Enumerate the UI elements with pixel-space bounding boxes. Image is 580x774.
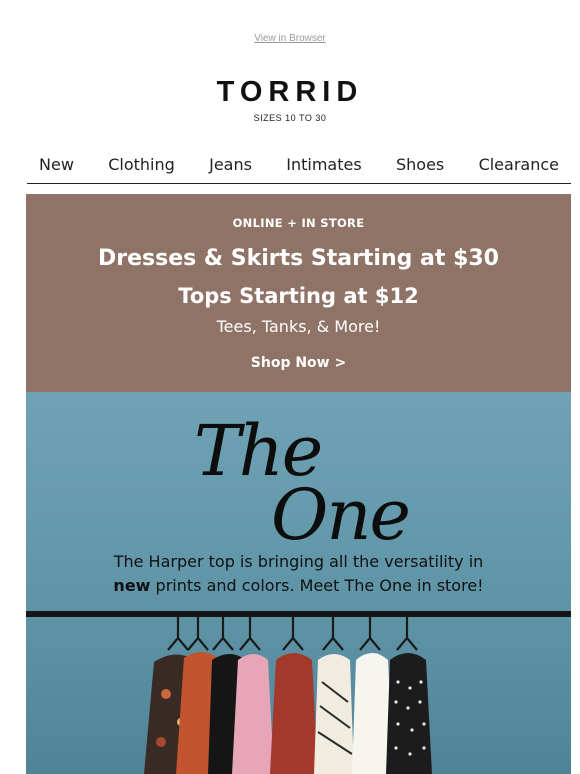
brand-tagline: SIZES 10 TO 30 — [253, 113, 327, 123]
nav-item-clothing[interactable]: Clothing — [108, 155, 175, 178]
hero-copy-line-1: The Harper top is bringing all the versa… — [113, 552, 484, 571]
clothing-rack-image — [26, 611, 571, 774]
promo-headline-tops: Tops Starting at $12 — [178, 284, 419, 308]
garment-stripe — [314, 654, 354, 774]
hero-copy-line-2: prints and colors. Meet The One in store… — [155, 576, 484, 595]
hero-title-one: One — [271, 474, 411, 556]
main-nav: New Clothing Jeans Intimates Shoes Clear… — [27, 150, 571, 184]
view-in-browser-link[interactable]: View in Browser — [0, 33, 580, 44]
hero-banner[interactable]: The One The Harper top is bringing all t… — [26, 392, 571, 774]
nav-item-new[interactable]: New — [39, 155, 74, 178]
garment-brick — [270, 653, 318, 774]
nav-item-shoes[interactable]: Shoes — [396, 155, 444, 178]
hero-copy: The Harper top is bringing all the versa… — [26, 550, 571, 598]
promo-subline: Tees, Tanks, & More! — [216, 317, 381, 336]
promo-headline-dresses: Dresses & Skirts Starting at $30 — [97, 246, 499, 271]
shop-now-link[interactable]: Shop Now > — [26, 355, 571, 371]
nav-item-intimates[interactable]: Intimates — [286, 155, 361, 178]
promo-banner[interactable]: ONLINE + IN STORE Dresses & Skirts Start… — [26, 194, 571, 392]
nav-item-jeans[interactable]: Jeans — [209, 155, 252, 178]
brand-logo[interactable]: TORRID — [0, 76, 580, 109]
garment-pink — [232, 654, 274, 774]
nav-item-clearance[interactable]: Clearance — [479, 155, 559, 178]
hangers — [167, 616, 418, 651]
hero-copy-bold: new — [113, 576, 151, 595]
garment-dotted — [386, 653, 432, 774]
promo-eyebrow: ONLINE + IN STORE — [232, 216, 365, 230]
